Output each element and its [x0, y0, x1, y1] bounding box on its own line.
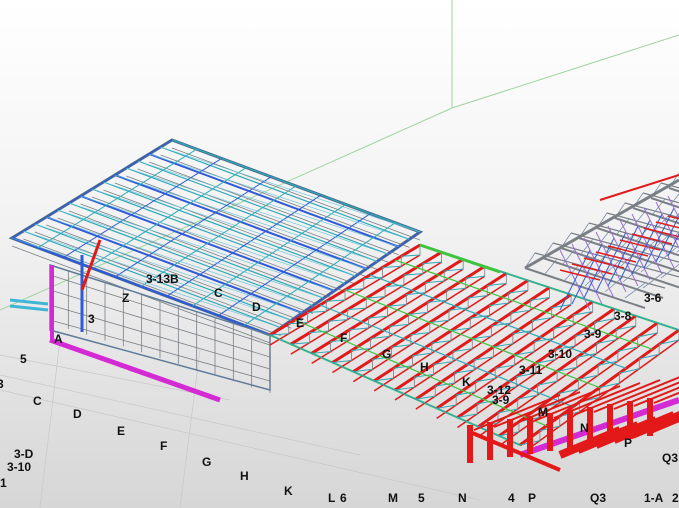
- grid-labels: 5 3 C D E F G H K L 6 M 5 N 4 P Q3 1-A 2…: [0, 272, 679, 505]
- grid-label-m: M: [388, 491, 398, 505]
- truss-member: [149, 161, 399, 256]
- side-label-1: 1: [0, 476, 7, 490]
- truss-member: [160, 146, 421, 233]
- roof-label-313b: 3-13B: [146, 272, 179, 286]
- truss-member: [560, 247, 679, 289]
- grid-label-5b: 5: [418, 491, 425, 505]
- grid-label-c: C: [33, 394, 42, 408]
- roof-label-38: 3-8: [614, 309, 632, 323]
- truss-member: [126, 167, 388, 255]
- grid-label-h: H: [240, 469, 249, 483]
- grid-label-n: N: [458, 491, 467, 505]
- truss-member: [103, 181, 367, 270]
- truss-member: [524, 178, 679, 270]
- roof-label-d: D: [252, 300, 261, 314]
- grid-label-f: F: [160, 439, 167, 453]
- truss-member: [114, 174, 378, 262]
- grid-label-1a: 1-A: [644, 491, 664, 505]
- roof-label-n: N: [580, 421, 589, 435]
- truss-member: [137, 160, 399, 247]
- truss-member: [269, 334, 521, 446]
- truss-member: [137, 168, 388, 263]
- side-label-310: 3-10: [7, 460, 31, 474]
- roof-label-p: P: [624, 436, 632, 450]
- truss-member: [469, 430, 561, 472]
- truss-member: [126, 175, 378, 270]
- roof-label-h: H: [420, 360, 429, 374]
- grid-label-g: G: [202, 455, 211, 469]
- roof-label-c: C: [214, 286, 223, 300]
- roof-label-a: A: [54, 332, 63, 346]
- roof-label-z: Z: [122, 291, 129, 305]
- roof-label-39: 3-9: [492, 393, 510, 407]
- grid-label-d: D: [73, 407, 82, 421]
- grid-label-e: E: [117, 424, 125, 438]
- model-viewport[interactable]: 5 3 C D E F G H K L 6 M 5 N 4 P Q3 1-A 2…: [0, 0, 679, 508]
- structural-3d-model[interactable]: 5 3 C D E F G H K L 6 M 5 N 4 P Q3 1-A 2…: [0, 0, 679, 508]
- truss-member: [171, 147, 421, 241]
- grid-label-2: 2: [672, 491, 679, 505]
- roof-label-310: 3-10: [548, 347, 572, 361]
- side-label-3d: 3-D: [14, 447, 34, 461]
- roof-label-m: M: [538, 405, 548, 419]
- roof-label-311: 3-11: [519, 363, 543, 377]
- truss-member: [218, 213, 371, 317]
- grid-label-q3: Q3: [590, 491, 606, 505]
- truss-member: [149, 153, 410, 240]
- truss-member: [160, 154, 410, 248]
- roof-label-36: 3-6: [644, 291, 662, 305]
- grid-label-3: 3: [0, 377, 4, 391]
- roof-label-g: G: [382, 347, 391, 361]
- reference-grid: [0, 0, 679, 311]
- grid-label-5: 5: [20, 352, 27, 366]
- truss-member: [34, 223, 303, 314]
- roof-label-e: E: [296, 316, 304, 330]
- roof-label-39b: 3-9: [584, 327, 602, 341]
- roof-label-f: F: [340, 331, 347, 345]
- grid-label-k: K: [284, 484, 293, 498]
- roof-label-3: 3: [88, 312, 95, 326]
- grid-label-p: P: [528, 491, 536, 505]
- roof-label-q3: Q3: [662, 451, 678, 465]
- grid-label-4: 4: [508, 491, 515, 505]
- truss-member: [91, 188, 356, 277]
- left-building[interactable]: [8, 138, 424, 403]
- grid-label-6: 6: [340, 491, 347, 505]
- roof-label-k: K: [462, 375, 471, 389]
- grid-label-l: L: [328, 491, 335, 505]
